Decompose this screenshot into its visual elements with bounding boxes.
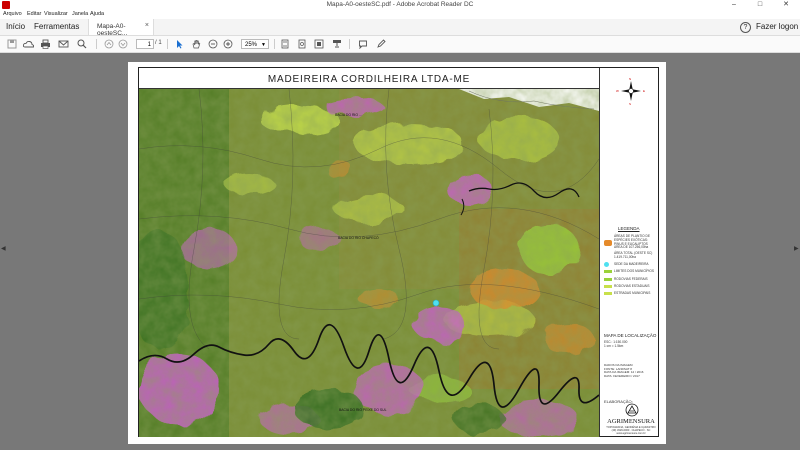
- close-window-button[interactable]: ✕: [774, 0, 798, 10]
- legend-swatch-headquarters: [604, 262, 609, 267]
- legend-swatch-municipal-roads: [604, 292, 612, 295]
- menu-editar[interactable]: Editar: [27, 11, 41, 17]
- company-detail-line: www.agrimensura.com.br: [616, 432, 646, 435]
- right-panel-toggle-icon[interactable]: ▶: [794, 245, 799, 252]
- toolbar-divider: [167, 39, 168, 49]
- note-line: DATA: FEVEREIRO / 2017: [604, 373, 640, 378]
- help-icon[interactable]: ?: [740, 22, 751, 33]
- toolbar-divider: [274, 39, 275, 49]
- email-icon[interactable]: [58, 39, 69, 49]
- zoom-in-icon[interactable]: [222, 39, 233, 49]
- legend-label-federal-roads: RODOVIAS FEDERAIS: [614, 277, 648, 281]
- tab-bar: Início Ferramentas Mapa-A0-oesteSC... × …: [0, 19, 800, 37]
- compass-south-label: S: [629, 102, 632, 106]
- location-map-title: MAPA DE LOCALIZAÇÃO: [604, 333, 657, 338]
- zoom-select[interactable]: 25% ▼: [241, 39, 269, 49]
- login-link[interactable]: Fazer logon: [756, 22, 798, 31]
- chevron-down-icon: ▼: [261, 42, 266, 48]
- legend-label-state-roads: RODOVIAS ESTADUAIS: [614, 284, 650, 288]
- stamp-icon[interactable]: [331, 39, 342, 49]
- compass-north-label: N: [629, 77, 632, 81]
- left-panel-toggle-icon[interactable]: ◀: [1, 245, 6, 252]
- legend-swatch-plantations: [604, 240, 612, 246]
- legend-label-headquarters: SEDE DA MADEIREIRA: [614, 262, 649, 266]
- pen-icon[interactable]: [375, 39, 386, 49]
- window-title: Mapa-A0-oesteSC.pdf - Adobe Acrobat Read…: [326, 1, 474, 8]
- sawmill-headquarters-marker: [432, 299, 440, 307]
- legend-label-municipal-roads: ESTRADAS MUNICIPAIS: [614, 291, 651, 295]
- zoom-out-icon[interactable]: [207, 39, 218, 49]
- fit-page-icon[interactable]: [279, 39, 290, 49]
- page-total: / 1: [155, 40, 162, 46]
- compass-east-label: E: [643, 89, 646, 93]
- save-icon[interactable]: [6, 39, 17, 49]
- tab-document[interactable]: Mapa-A0-oesteSC... ×: [88, 19, 154, 37]
- comment-icon[interactable]: [357, 39, 368, 50]
- legend-swatch-municipal-limits: [604, 270, 612, 273]
- scale-unit: 1 cm = 1.5km: [604, 344, 624, 348]
- zoom-value: 25%: [245, 42, 258, 48]
- menu-visualizar[interactable]: Visualizar: [44, 11, 68, 17]
- minimize-button[interactable]: –: [722, 0, 746, 10]
- legend-label-plantations: ÁREAS DE PLANTIO DE ESPÉCIES EXÓTICAS: P…: [614, 234, 650, 250]
- toolbar-divider: [96, 39, 97, 49]
- region-label-north: BACIA DO RIO ...: [335, 113, 362, 117]
- tab-inicio[interactable]: Início: [6, 22, 25, 31]
- hand-tool-icon[interactable]: [190, 39, 201, 49]
- toolbar: 1 / 1 25% ▼: [0, 36, 800, 53]
- legend-label-municipal-limits: LIMITES DOS MUNICÍPIOS: [614, 269, 655, 273]
- fullscreen-icon[interactable]: [313, 39, 324, 49]
- tab-ferramentas[interactable]: Ferramentas: [34, 22, 79, 31]
- menu-janela[interactable]: Janela: [72, 11, 88, 17]
- region-label-south: BACIA DO RIO PEIXE DO SUL: [339, 408, 387, 412]
- legend-swatch-federal-roads: [604, 278, 612, 281]
- legend-label-total-area: ÁREA TOTAL (OESTE SC) 1.419.711,00ha: [614, 251, 653, 259]
- company-logo-icon: [625, 403, 639, 417]
- legend-title: LEGENDA: [618, 226, 640, 231]
- close-tab-icon[interactable]: ×: [145, 22, 149, 29]
- upload-cloud-icon[interactable]: [22, 39, 35, 49]
- window-title-bar: Mapa-A0-oesteSC.pdf - Adobe Acrobat Read…: [0, 0, 800, 10]
- terrain-texture: [139, 89, 599, 437]
- image-notes: DADOS DA IMAGEM FONTE: LANDSAT 8 DATA DA…: [604, 363, 643, 378]
- search-icon[interactable]: [76, 39, 87, 49]
- menu-arquivo[interactable]: Arquivo: [3, 11, 22, 17]
- location-map-scale: ESC.: 1:150.000 1 cm = 1.5km: [604, 340, 627, 348]
- map-title: MADEIREIRA CORDILHEIRA LTDA-ME: [267, 74, 471, 85]
- legend-column-divider: [599, 68, 600, 437]
- legend-swatch-state-roads: [604, 285, 612, 288]
- menu-bar: Arquivo Editar Visualizar Janela Ajuda: [0, 10, 800, 19]
- previous-page-icon[interactable]: [103, 39, 114, 49]
- page-number-input[interactable]: 1: [136, 39, 154, 49]
- maximize-button[interactable]: □: [748, 0, 772, 10]
- toolbar-divider: [349, 39, 350, 49]
- menu-ajuda[interactable]: Ajuda: [90, 11, 104, 17]
- region-label-center: BACIA DO RIO CHAPECÓ: [338, 236, 379, 240]
- select-cursor-icon[interactable]: [173, 39, 184, 49]
- company-details: TOPOGRAFIA, GEODÉSIA E CADASTRO (49) 332…: [604, 426, 658, 435]
- print-icon[interactable]: [40, 39, 51, 49]
- compass-west-label: W: [616, 89, 619, 93]
- satellite-map: [139, 89, 599, 437]
- company-name: AGRIMENSURA: [607, 418, 655, 425]
- compass-rose-icon: [620, 80, 642, 102]
- rotate-icon[interactable]: [296, 39, 307, 49]
- next-page-icon[interactable]: [117, 39, 128, 49]
